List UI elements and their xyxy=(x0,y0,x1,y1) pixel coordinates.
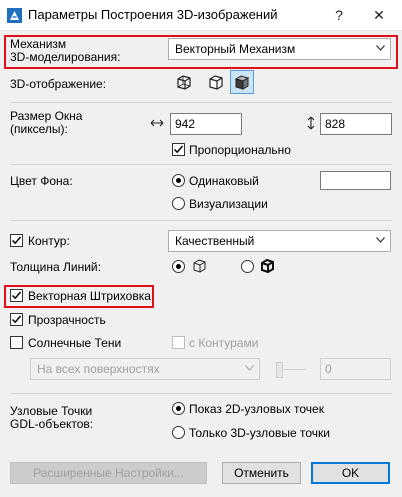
help-button[interactable]: ? xyxy=(324,3,354,27)
window-width-input[interactable]: 942 xyxy=(170,113,242,135)
contour-select[interactable]: Качественный xyxy=(168,230,391,252)
checkmark-icon xyxy=(11,315,22,324)
line-weight-label: Толщина Линий: xyxy=(10,260,101,274)
transparency-label: Прозрачность xyxy=(28,313,106,327)
chevron-down-icon xyxy=(376,237,385,243)
hidden-line-box-icon xyxy=(209,75,223,90)
line-weight-thick-radio[interactable] xyxy=(241,260,254,273)
chevron-down-icon xyxy=(245,365,254,371)
gdl-nodes-2d-radio[interactable] xyxy=(172,402,185,415)
shadow-amount-input[interactable]: 0 xyxy=(320,358,391,380)
close-icon: ✕ xyxy=(373,7,385,23)
display-mode-shaded[interactable] xyxy=(230,70,254,94)
background-render-label: Визуализации xyxy=(189,197,268,211)
cancel-button[interactable]: Отменить xyxy=(222,462,301,484)
title-bar: Параметры Построения 3D-изображений ? ✕ xyxy=(0,0,402,31)
divider xyxy=(10,164,392,165)
thin-line-box-icon xyxy=(193,259,206,273)
proportional-label: Пропорционально xyxy=(189,143,291,157)
chevron-down-icon xyxy=(376,45,385,51)
background-same-label: Одинаковый xyxy=(189,174,259,188)
gdl-nodes-3d-radio[interactable] xyxy=(172,426,185,439)
background-label: Цвет Фона: xyxy=(10,174,73,188)
gdl-nodes-3d-label: Только 3D-узловые точки xyxy=(189,426,330,440)
shadow-surfaces-value: На всех поверхностях xyxy=(37,362,160,376)
engine-label: Механизм 3D-моделирования: xyxy=(10,37,121,64)
divider xyxy=(10,102,392,103)
background-color-swatch[interactable] xyxy=(320,171,391,190)
background-render-radio[interactable] xyxy=(172,197,185,210)
window-height-input[interactable]: 828 xyxy=(320,113,392,135)
checkmark-icon xyxy=(11,291,22,300)
sun-shadows-checkbox[interactable] xyxy=(10,336,23,349)
ok-button[interactable]: OK xyxy=(311,462,390,484)
line-weight-thin-radio[interactable] xyxy=(172,260,185,273)
contour-select-value: Качественный xyxy=(175,234,255,248)
thick-line-box-icon xyxy=(261,258,274,274)
engine-select[interactable]: Векторный Механизм xyxy=(168,38,391,60)
contour-checkbox[interactable] xyxy=(10,234,23,247)
sun-shadows-label: Солнечные Тени xyxy=(28,336,122,350)
vector-hatching-checkbox[interactable] xyxy=(10,289,23,302)
transparency-checkbox[interactable] xyxy=(10,313,23,326)
with-contours-label: с Контурами xyxy=(189,336,259,350)
wireframe-box-icon xyxy=(177,75,191,90)
height-arrows-icon xyxy=(307,116,315,130)
shadow-surfaces-select[interactable]: На всех поверхностях xyxy=(30,358,260,380)
with-contours-checkbox[interactable] xyxy=(172,336,185,349)
gdl-nodes-2d-label: Показ 2D-узловых точек xyxy=(189,402,324,416)
archicad-app-icon xyxy=(7,8,22,23)
proportional-checkbox[interactable] xyxy=(172,143,185,156)
width-arrows-icon xyxy=(150,119,164,127)
contour-label: Контур: xyxy=(28,234,70,248)
display-mode-hidden-line[interactable] xyxy=(204,70,228,94)
engine-select-value: Векторный Механизм xyxy=(175,42,296,56)
checkmark-icon xyxy=(11,236,22,245)
divider xyxy=(10,393,392,394)
display-label: 3D-отображение: xyxy=(10,77,107,91)
vector-hatching-label: Векторная Штриховка xyxy=(28,289,151,303)
checkmark-icon xyxy=(173,145,184,154)
display-mode-wireframe[interactable] xyxy=(172,70,196,94)
window-title: Параметры Построения 3D-изображений xyxy=(28,7,278,22)
window-size-label: Размер Окна (пикселы): xyxy=(10,109,83,136)
divider xyxy=(10,220,392,221)
advanced-settings-button[interactable]: Расширенные Настройки... xyxy=(10,462,207,484)
background-same-radio[interactable] xyxy=(172,174,185,187)
shadow-amount-slider-thumb[interactable] xyxy=(276,362,283,378)
shaded-box-icon xyxy=(234,75,250,90)
gdl-nodes-label: Узловые Точки GDL-объектов: xyxy=(10,404,94,431)
close-button[interactable]: ✕ xyxy=(364,3,394,27)
